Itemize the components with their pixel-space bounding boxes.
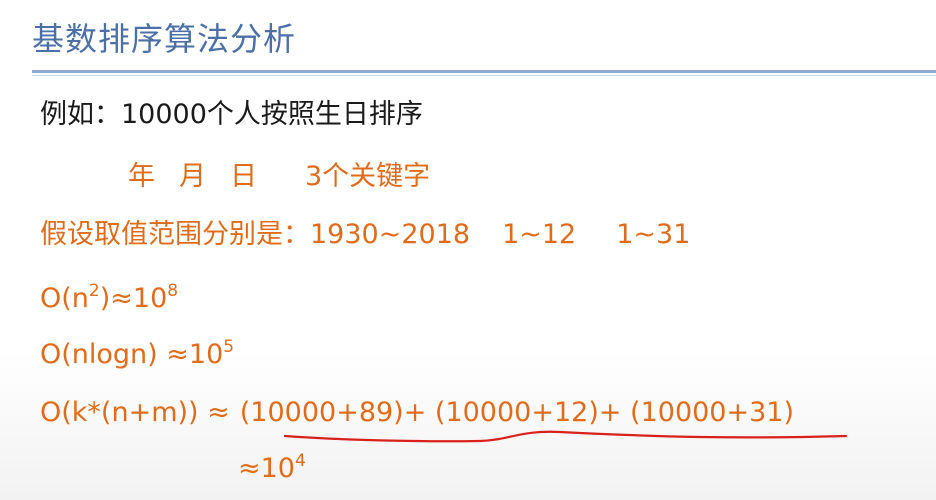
- key-day: 日: [230, 161, 257, 192]
- title-rule-thin: [32, 75, 936, 76]
- range-year: 1930~2018: [310, 219, 471, 250]
- keys-line: 年月日 3个关键字: [128, 160, 430, 194]
- n2-mid: )≈10: [99, 283, 168, 314]
- complexity-result: ≈104: [238, 452, 306, 486]
- range-label: 假设取值范围分别是：: [40, 219, 310, 250]
- complexity-nlogn: O(nlogn) ≈105: [40, 338, 234, 372]
- slide-title: 基数排序算法分析: [32, 20, 297, 58]
- complexity-n2: O(n2)≈108: [40, 282, 178, 316]
- range-line: 假设取值范围分别是：1930~2018 1~12 1~31: [40, 218, 690, 252]
- result-base: ≈10: [238, 453, 295, 484]
- title-rule: [32, 70, 936, 73]
- kn-rhs: (10000+89)+ (10000+12)+ (10000+31): [239, 397, 794, 428]
- range-month: 1~12: [502, 219, 577, 250]
- kn-lhs: O(k*(n+m)) ≈: [40, 397, 230, 428]
- n2-exponent: 2: [88, 281, 100, 301]
- range-day: 1~31: [616, 219, 691, 250]
- complexity-kn: O(k*(n+m)) ≈ (10000+89)+ (10000+12)+ (100…: [40, 396, 794, 430]
- key-year: 年: [128, 161, 155, 192]
- hand-drawn-underline: [283, 430, 848, 443]
- nlogn-base: O(nlogn) ≈10: [40, 339, 224, 370]
- slide: 基数排序算法分析 例如：10000个人按照生日排序 年月日 3个关键字 假设取值范…: [0, 0, 936, 500]
- n2-base: O(n: [40, 283, 89, 314]
- n2-result-exponent: 8: [167, 281, 179, 301]
- key-month: 月: [179, 161, 206, 192]
- result-exponent: 4: [294, 451, 306, 471]
- key-count: 3个关键字: [305, 161, 431, 192]
- nlogn-exponent: 5: [223, 337, 235, 357]
- example-line: 例如：10000个人按照生日排序: [40, 99, 423, 130]
